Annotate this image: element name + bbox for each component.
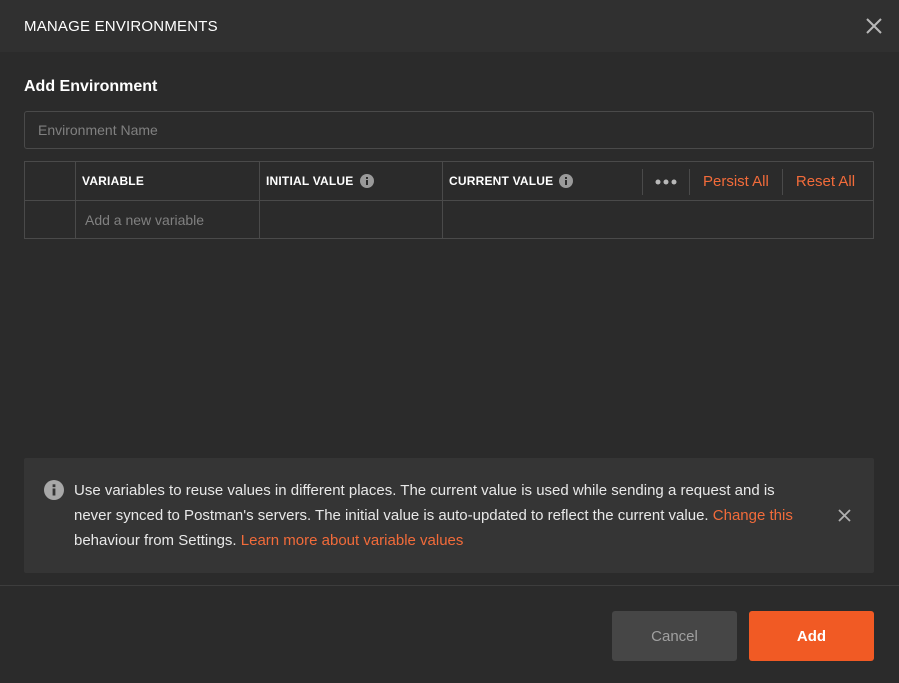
- close-icon[interactable]: [837, 508, 852, 523]
- current-value-cell[interactable]: [443, 201, 873, 239]
- info-notice: Use variables to reuse values in differe…: [24, 458, 874, 573]
- notice-text: Use variables to reuse values in differe…: [74, 478, 814, 553]
- table-header-actions: Persist All Reset All: [642, 162, 868, 201]
- more-options-button[interactable]: [643, 179, 689, 185]
- change-this-link[interactable]: Change this: [713, 507, 793, 524]
- initial-value-column-header: INITIAL VALUE: [260, 162, 443, 200]
- variable-column-label: VARIABLE: [82, 174, 145, 188]
- reset-all-button[interactable]: Reset All: [783, 173, 868, 190]
- learn-more-link[interactable]: Learn more about variable values: [241, 532, 464, 549]
- add-button[interactable]: Add: [749, 611, 874, 661]
- variable-column-header: VARIABLE: [76, 162, 260, 200]
- cancel-button[interactable]: Cancel: [612, 611, 737, 661]
- dialog-header: MANAGE ENVIRONMENTS: [0, 0, 899, 52]
- initial-value-cell[interactable]: [260, 201, 443, 239]
- notice-text-part-1: Use variables to reuse values in differe…: [74, 482, 775, 524]
- info-icon[interactable]: [559, 174, 574, 188]
- current-value-column-label: CURRENT VALUE: [449, 174, 554, 188]
- checkbox-column-header: [25, 162, 76, 200]
- dialog-title: MANAGE ENVIRONMENTS: [24, 17, 218, 35]
- footer-divider: [0, 585, 899, 586]
- info-icon: [44, 480, 64, 500]
- new-variable-input[interactable]: [82, 212, 252, 228]
- initial-value-column-label: INITIAL VALUE: [266, 174, 354, 188]
- persist-all-button[interactable]: Persist All: [690, 173, 782, 190]
- more-horizontal-icon: [655, 179, 677, 184]
- row-checkbox-cell: [25, 201, 76, 239]
- notice-text-part-2: behaviour from Settings.: [74, 532, 237, 549]
- variable-cell: [76, 201, 260, 239]
- environment-name-input[interactable]: [24, 111, 874, 149]
- section-title: Add Environment: [24, 78, 158, 95]
- close-icon[interactable]: [864, 16, 884, 36]
- table-row: [25, 201, 873, 239]
- info-icon[interactable]: [359, 174, 374, 188]
- table-header-row: VARIABLE INITIAL VALUE CURRENT VALUE Per…: [25, 162, 873, 201]
- variables-table: VARIABLE INITIAL VALUE CURRENT VALUE Per…: [24, 161, 874, 239]
